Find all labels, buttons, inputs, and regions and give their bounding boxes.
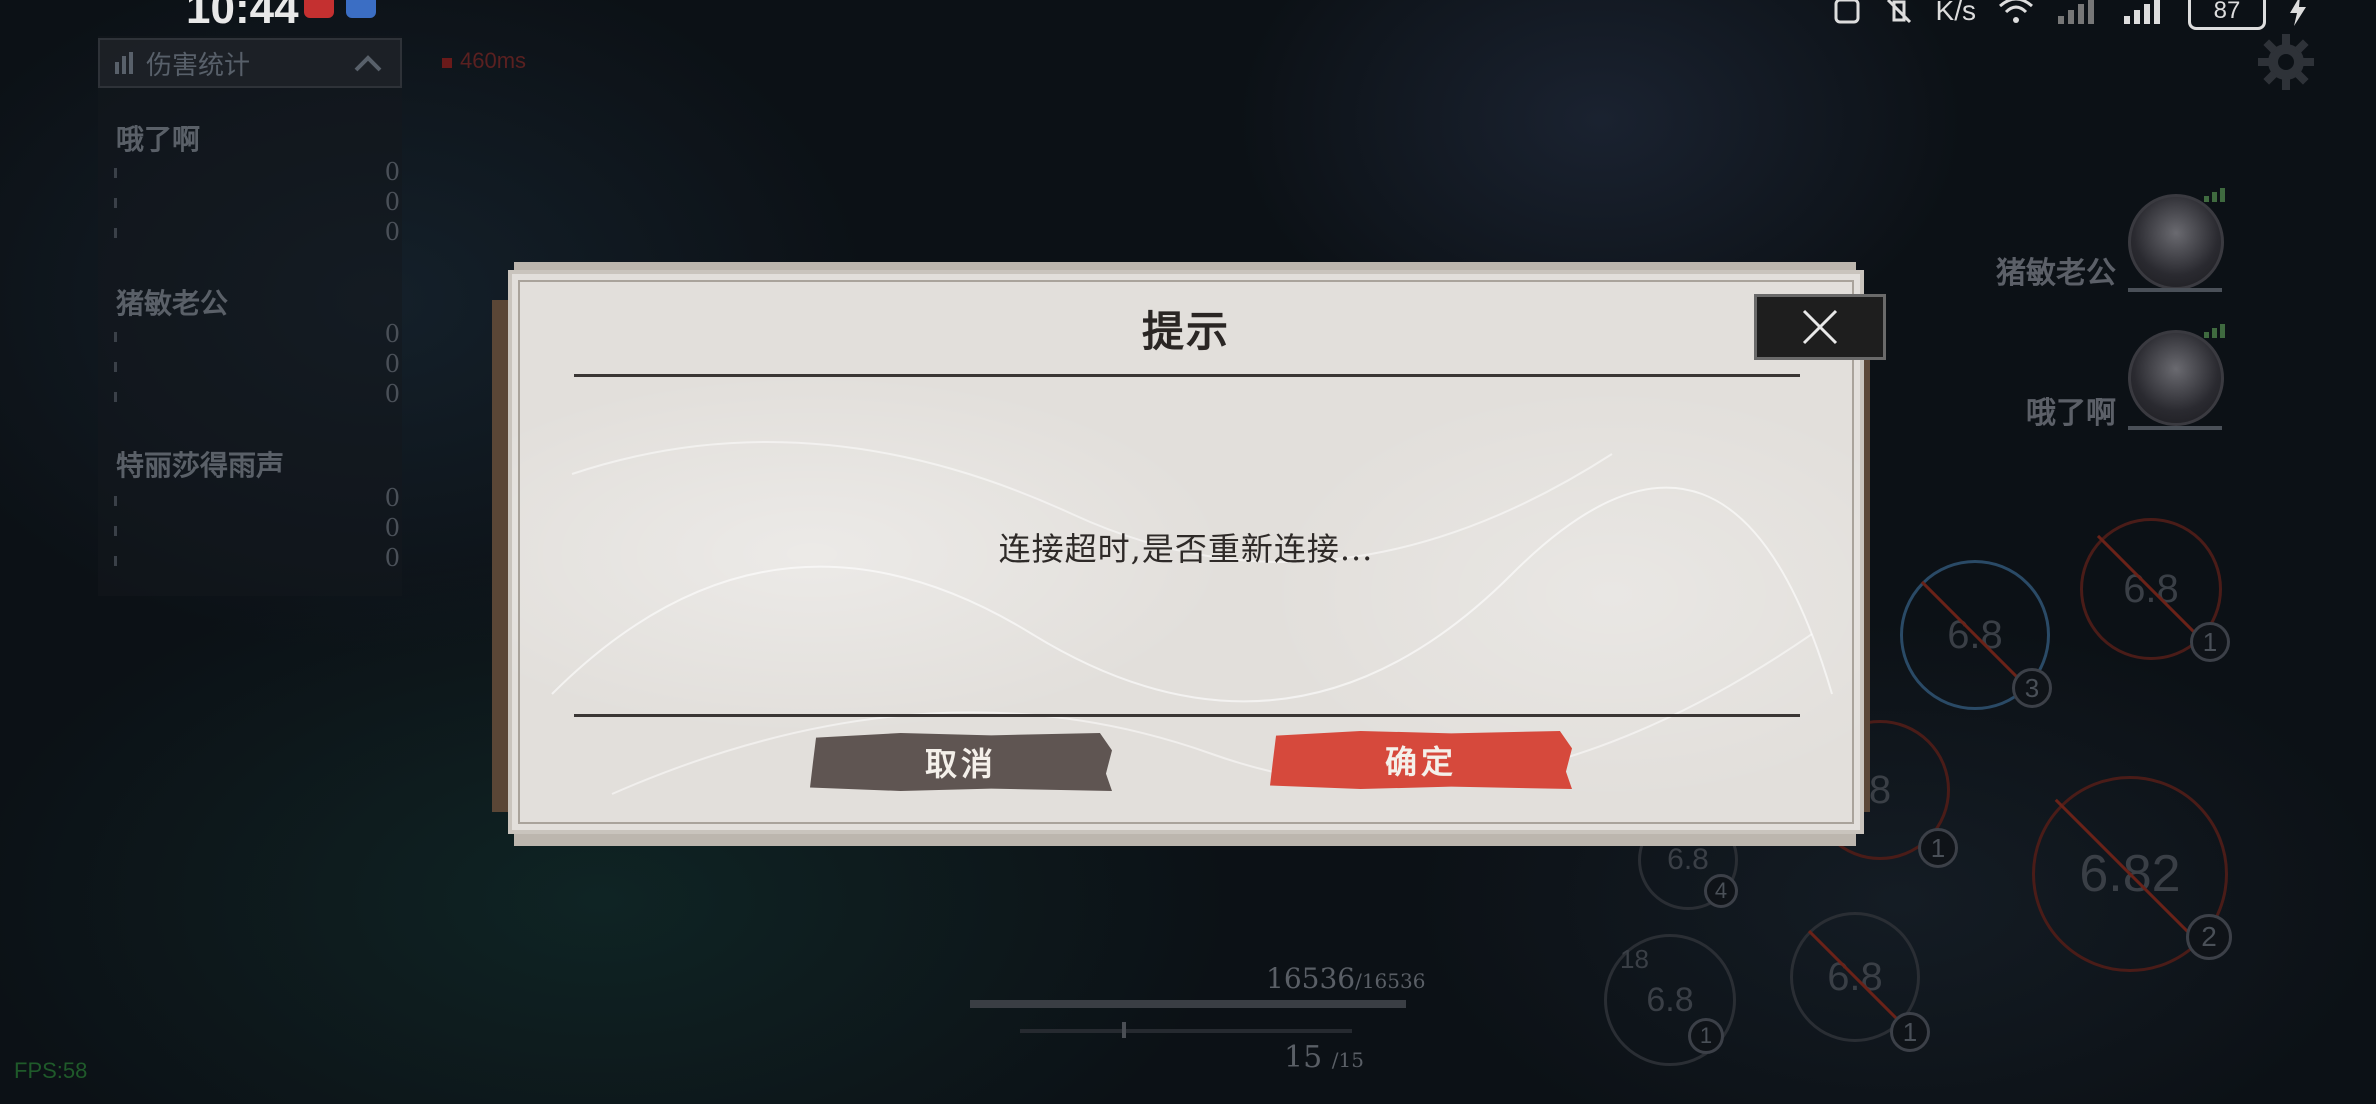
status-time: 10:44 xyxy=(186,0,299,33)
charging-icon xyxy=(2290,0,2306,26)
skill-disabled-slash xyxy=(2096,534,2206,644)
stat-value: 0 xyxy=(384,188,400,216)
stat-bar xyxy=(114,556,117,566)
stat-bar xyxy=(114,496,117,506)
speed-unit: K/s xyxy=(1935,0,1976,26)
ammo-max: /15 xyxy=(1331,1048,1364,1072)
confirm-button-label: 确定 xyxy=(1384,743,1457,781)
chevron-up-icon[interactable] xyxy=(352,48,384,80)
mute-icon xyxy=(1886,0,1911,24)
stat-value: 0 xyxy=(384,158,400,186)
confirm-button[interactable]: 确定 xyxy=(1270,731,1572,789)
cancel-button-label: 取消 xyxy=(924,745,997,783)
skill-disabled-slash xyxy=(1920,580,2030,690)
wifi-icon xyxy=(1999,0,2033,23)
signal-icon xyxy=(2058,0,2094,24)
fps-counter: FPS:58 xyxy=(14,1058,88,1083)
ammo-readout: 15 /15 xyxy=(1284,1040,1364,1075)
stat-bar xyxy=(114,332,117,342)
skill-cooldown: 6.8 xyxy=(1667,843,1709,876)
team-member-hp-bar xyxy=(2128,288,2222,292)
hp-bar xyxy=(970,1000,1406,1008)
stat-bar xyxy=(114,168,117,178)
battery-indicator: 87 xyxy=(2188,0,2266,30)
stat-bar xyxy=(114,362,117,372)
hp-max: /16536 xyxy=(1355,969,1426,993)
skill-stack-count: 18 xyxy=(1620,944,1649,974)
signal-icon xyxy=(2124,0,2160,24)
energy-marker xyxy=(1122,1022,1126,1038)
bar-chart-icon xyxy=(115,52,133,74)
settings-gear-icon[interactable] xyxy=(2258,34,2314,90)
stats-player-name: 猪敏老公 xyxy=(116,287,229,320)
team-member-avatar[interactable] xyxy=(2128,330,2224,426)
team-member-name: 哦了啊 xyxy=(2026,396,2116,431)
skill-cooldown: 6.8 xyxy=(1646,980,1694,1019)
skill-cooldown: 8 xyxy=(1868,767,1892,812)
stat-value: 0 xyxy=(384,484,400,512)
stat-bar xyxy=(114,228,117,238)
skill-disabled-slash xyxy=(2054,798,2206,950)
skill-charge-badge: 3 xyxy=(2012,668,2052,708)
skill-charge-badge: 1 xyxy=(1890,1012,1930,1052)
stat-bar xyxy=(114,198,117,208)
stat-value: 0 xyxy=(384,218,400,246)
team-member-signal-icon xyxy=(2204,324,2225,338)
ping-icon xyxy=(442,58,452,68)
dialog-divider-bottom xyxy=(574,714,1800,717)
team-member-name: 猪敏老公 xyxy=(1996,256,2116,291)
team-member-avatar[interactable] xyxy=(2128,194,2224,290)
ping-value: 460ms xyxy=(460,48,527,73)
skill-disabled-slash xyxy=(1807,929,1903,1025)
stats-player-name: 特丽莎得雨声 xyxy=(116,449,285,482)
skill-charge-badge: 1 xyxy=(1688,1018,1724,1054)
hp-current: 16536 xyxy=(1266,962,1356,995)
damage-stats-header[interactable]: 伤害统计 xyxy=(98,38,402,88)
dialog-message: 连接超时,是否重新连接... xyxy=(998,530,1374,568)
stat-value: 0 xyxy=(384,380,400,408)
stats-player-name: 哦了啊 xyxy=(116,123,201,156)
cancel-button[interactable]: 取消 xyxy=(810,733,1112,791)
skill-charge-badge: 2 xyxy=(2186,914,2232,960)
dialog-divider-top xyxy=(574,374,1800,377)
stat-value: 0 xyxy=(384,544,400,572)
notification-app-icon xyxy=(304,0,334,18)
notification-app-icon xyxy=(346,0,376,18)
skill-charge-badge: 1 xyxy=(2190,622,2230,662)
skill-charge-badge: 4 xyxy=(1704,874,1738,908)
ammo-current: 15 xyxy=(1284,1040,1323,1075)
close-x-icon xyxy=(1802,309,1838,345)
damage-stats-title: 伤害统计 xyxy=(146,50,251,81)
close-button[interactable] xyxy=(1754,294,1886,360)
nfc-icon xyxy=(1834,0,1860,24)
dialog-title: 提示 xyxy=(1141,307,1230,356)
status-icons: K/s 87 xyxy=(1832,0,2308,30)
energy-bar xyxy=(1020,1029,1352,1033)
stat-value: 0 xyxy=(384,350,400,378)
stat-value: 0 xyxy=(384,514,400,542)
hp-readout: 16536/16536 xyxy=(1266,962,1425,995)
stat-value: 0 xyxy=(384,320,400,348)
stat-bar xyxy=(114,392,117,402)
skill-charge-badge: 1 xyxy=(1918,828,1958,868)
team-member-hp-bar xyxy=(2128,426,2222,430)
team-member-signal-icon xyxy=(2204,188,2225,202)
stat-bar xyxy=(114,526,117,536)
